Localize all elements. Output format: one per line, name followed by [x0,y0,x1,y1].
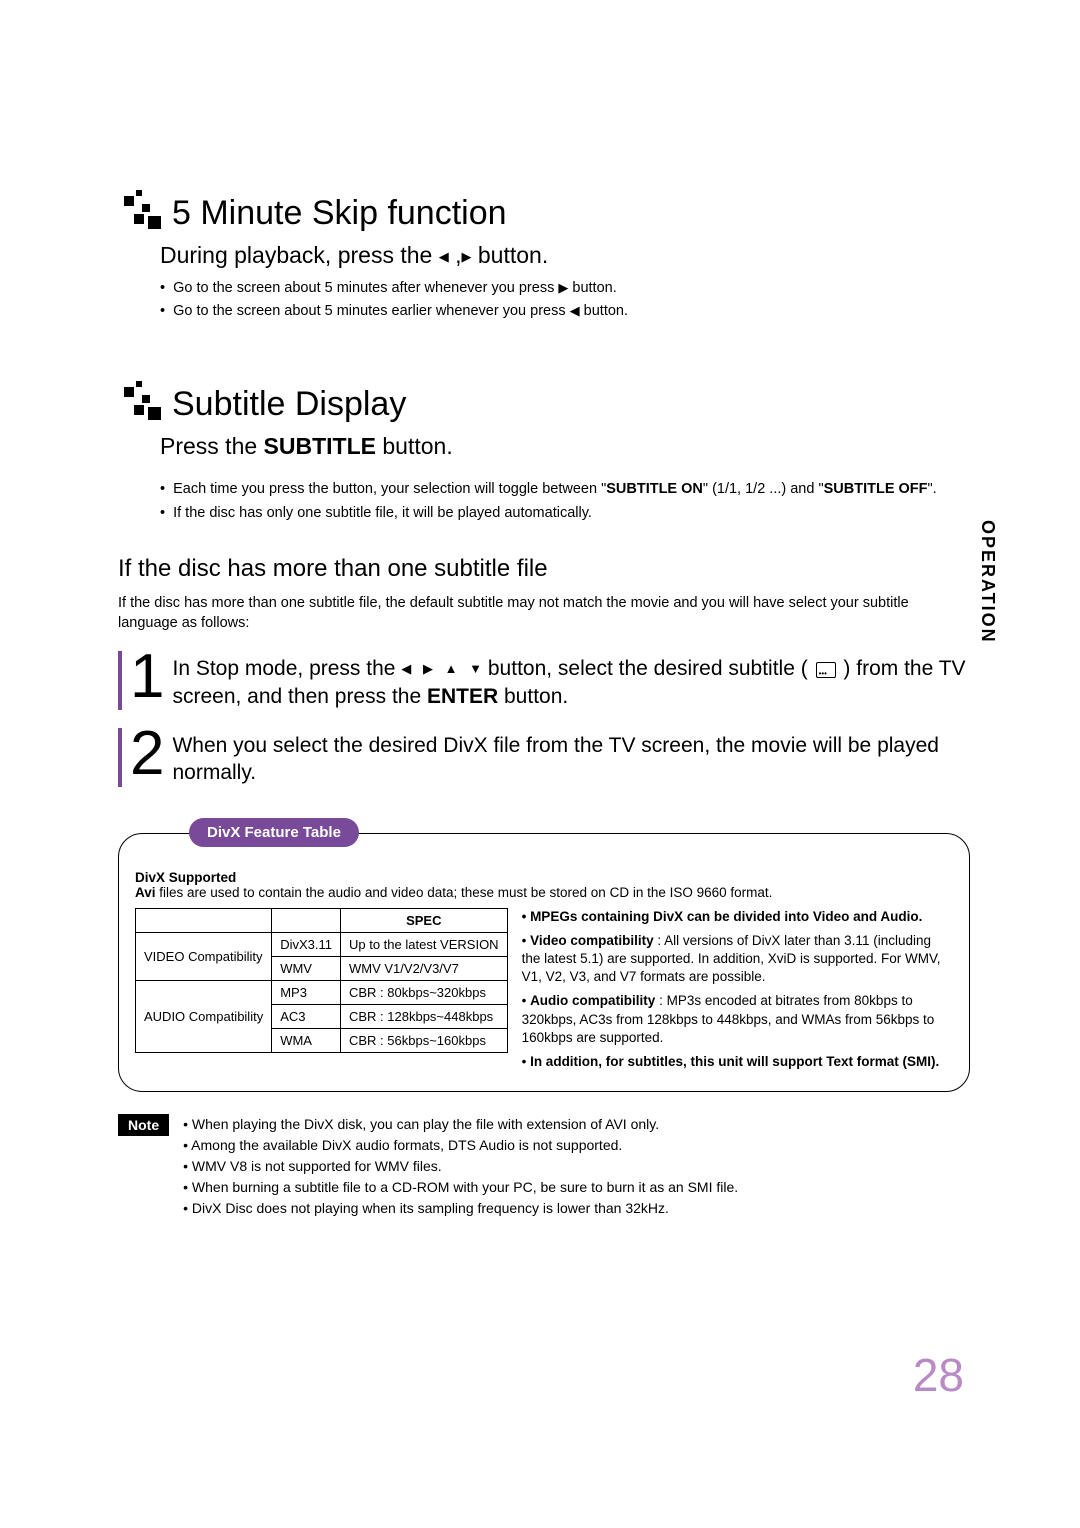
table-row: AUDIO CompatibilityMP3CBR : 80kbps~320kb… [136,980,508,1004]
subtitle-instruction: Press the SUBTITLE button. [160,433,970,460]
skip-bullet-2: Go to the screen about 5 minutes earlier… [160,300,970,323]
subsection-heading: If the disc has more than one subtitle f… [118,555,970,583]
note-item: When burning a subtitle file to a CD-ROM… [183,1177,738,1198]
spec-right-heading: MPEGs containing DivX can be divided int… [522,908,953,926]
section-title-subtitle: Subtitle Display [172,385,406,424]
feature-tab-label: DivX Feature Table [189,818,359,847]
spec-right-item: In addition, for subtitles, this unit wi… [522,1053,953,1071]
subtitle-file-icon [816,662,836,678]
subtitle-bullet-2: If the disc has only one subtitle file, … [160,502,970,525]
note-label: Note [118,1114,169,1136]
right-arrow-icon: ▶ [558,278,568,299]
note-item: WMV V8 is not supported for WMV files. [183,1156,738,1177]
skip-bullet-1: Go to the screen about 5 minutes after w… [160,277,970,300]
table-row: VIDEO CompatibilityDivX3.11Up to the lat… [136,932,508,956]
note-item: DivX Disc does not playing when its samp… [183,1198,738,1219]
right-arrow-icon: ▶ [461,249,471,265]
spec-right-item: Audio compatibility : MP3s encoded at bi… [522,992,953,1047]
side-tab-operation: OPERATION [977,520,998,644]
step-number: 2 [130,728,164,781]
step-2: 2 When you select the desired DivX file … [118,728,970,787]
divx-feature-table: DivX Feature Table DivX Supported Avi fi… [118,833,970,1093]
spec-right-item: Video compatibility : All versions of Di… [522,932,953,987]
section-icon [118,190,164,236]
step-number: 1 [130,651,164,704]
subtitle-bullet-1: Each time you press the button, your sel… [160,478,970,501]
section-title-skip: 5 Minute Skip function [172,194,507,233]
page-number: 28 [913,1348,964,1402]
note-item: Among the available DivX audio formats, … [183,1135,738,1156]
step-1: 1 In Stop mode, press the ◀ ▶ ▲ ▼ button… [118,651,970,710]
note-item: When playing the DivX disk, you can play… [183,1114,738,1135]
left-arrow-icon: ◀ [439,249,449,265]
subsection-intro: If the disc has more than one subtitle f… [118,593,970,634]
section-icon [118,381,164,427]
left-arrow-icon: ◀ [570,301,580,322]
skip-instruction: During playback, press the ◀ ,▶ button. [160,242,970,269]
spec-table: SPEC VIDEO CompatibilityDivX3.11Up to th… [135,908,508,1053]
